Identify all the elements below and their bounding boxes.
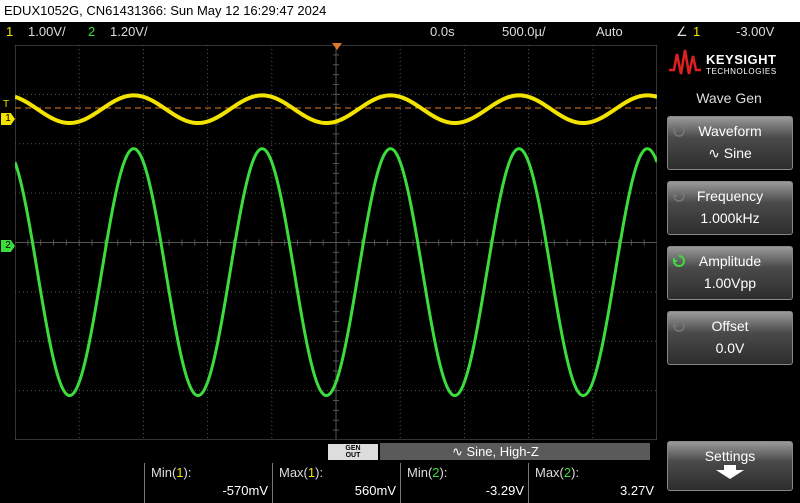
menu-title: Wave Gen xyxy=(696,90,762,106)
waveform-softkey[interactable]: Waveform ∿ Sine xyxy=(667,116,793,170)
offset-value: 0.0V xyxy=(715,340,745,356)
measurement-min2[interactable]: Min(2): -3.29V xyxy=(400,463,528,503)
settings-softkey[interactable]: Settings xyxy=(667,441,793,491)
waveform-display[interactable] xyxy=(15,45,657,440)
ch1-number[interactable]: 1 xyxy=(6,22,13,42)
measurement-max2[interactable]: Max(2): 3.27V xyxy=(528,463,658,503)
gen-status-text: ∿ Sine, High-Z xyxy=(452,444,539,459)
measurement-value: -3.29V xyxy=(485,483,524,498)
logo-line2: TECHNOLOGIES xyxy=(706,67,777,76)
time-delay[interactable]: 0.0s xyxy=(430,22,455,42)
measurement-label: Min(1): xyxy=(151,465,192,480)
ch2-marker-label: 2 xyxy=(5,240,11,251)
ch2-number[interactable]: 2 xyxy=(88,22,95,42)
ch2-ground-marker[interactable]: 2 xyxy=(1,240,15,252)
gen-status: ∿ Sine, High-Z xyxy=(380,443,650,460)
waveform-value: ∿ Sine xyxy=(708,145,752,161)
amplitude-label: Amplitude xyxy=(698,253,762,269)
trigger-position-marker[interactable] xyxy=(332,43,342,50)
trigger-level-marker[interactable]: T xyxy=(3,100,9,110)
trigger-source[interactable]: 1 xyxy=(693,22,700,42)
measurement-label: Max(1): xyxy=(279,465,324,480)
settings-label: Settings xyxy=(704,448,756,464)
amplitude-value: 1.00Vpp xyxy=(703,275,757,291)
amplitude-softkey[interactable]: Amplitude 1.00Vpp xyxy=(667,246,793,300)
measurement-value: 3.27V xyxy=(620,483,654,498)
gen-out-line1: GEN xyxy=(345,445,361,452)
ch1-marker-label: 1 xyxy=(5,113,11,124)
measurement-label: Min(2): xyxy=(407,465,448,480)
gen-out-badge[interactable]: GEN OUT xyxy=(328,444,378,460)
trigger-level[interactable]: -3.00V xyxy=(736,22,774,42)
down-arrow-icon xyxy=(668,465,792,482)
window-title: EDUX1052G, CN61431366: Sun May 12 16:29:… xyxy=(4,3,327,18)
trigger-slope-icon: ∠ xyxy=(676,24,688,39)
frequency-label: Frequency xyxy=(696,188,764,204)
frequency-value: 1.000kHz xyxy=(700,210,760,226)
keysight-wave-icon xyxy=(669,49,701,75)
trigger-marker-label: T xyxy=(3,99,10,110)
measurement-value: -570mV xyxy=(222,483,268,498)
frequency-softkey[interactable]: Frequency 1.000kHz xyxy=(667,181,793,235)
measurement-max1[interactable]: Max(1): 560mV xyxy=(272,463,400,503)
status-bar: 1 1.00V/ 2 1.20V/ 0.0s 500.0µ/ Auto ∠ 1 … xyxy=(0,22,800,42)
measurement-label: Max(2): xyxy=(535,465,580,480)
offset-softkey[interactable]: Offset 0.0V xyxy=(667,311,793,365)
trigger-mode[interactable]: Auto xyxy=(596,22,623,42)
time-scale[interactable]: 500.0µ/ xyxy=(502,22,546,42)
logo-line1: KEYSIGHT xyxy=(706,52,777,67)
keysight-logo: KEYSIGHT TECHNOLOGIES xyxy=(668,48,792,80)
offset-label: Offset xyxy=(711,318,749,334)
waveform-label: Waveform xyxy=(698,123,762,139)
softkey-sidebar: KEYSIGHT TECHNOLOGIES Wave Gen Waveform … xyxy=(658,42,800,503)
ch1-ground-marker[interactable]: 1 xyxy=(1,113,15,125)
ch1-scale[interactable]: 1.00V/ xyxy=(28,22,66,42)
ch2-scale[interactable]: 1.20V/ xyxy=(110,22,148,42)
window-title-bar: EDUX1052G, CN61431366: Sun May 12 16:29:… xyxy=(0,0,800,22)
measurement-min1[interactable]: Min(1): -570mV xyxy=(144,463,272,503)
wavegen-status-bar: GEN OUT ∿ Sine, High-Z xyxy=(0,442,658,462)
measurement-value: 560mV xyxy=(354,483,396,498)
measurement-bar: Min(1): -570mV Max(1): 560mV Min(2): -3.… xyxy=(0,463,658,503)
gen-out-line2: OUT xyxy=(345,452,361,459)
